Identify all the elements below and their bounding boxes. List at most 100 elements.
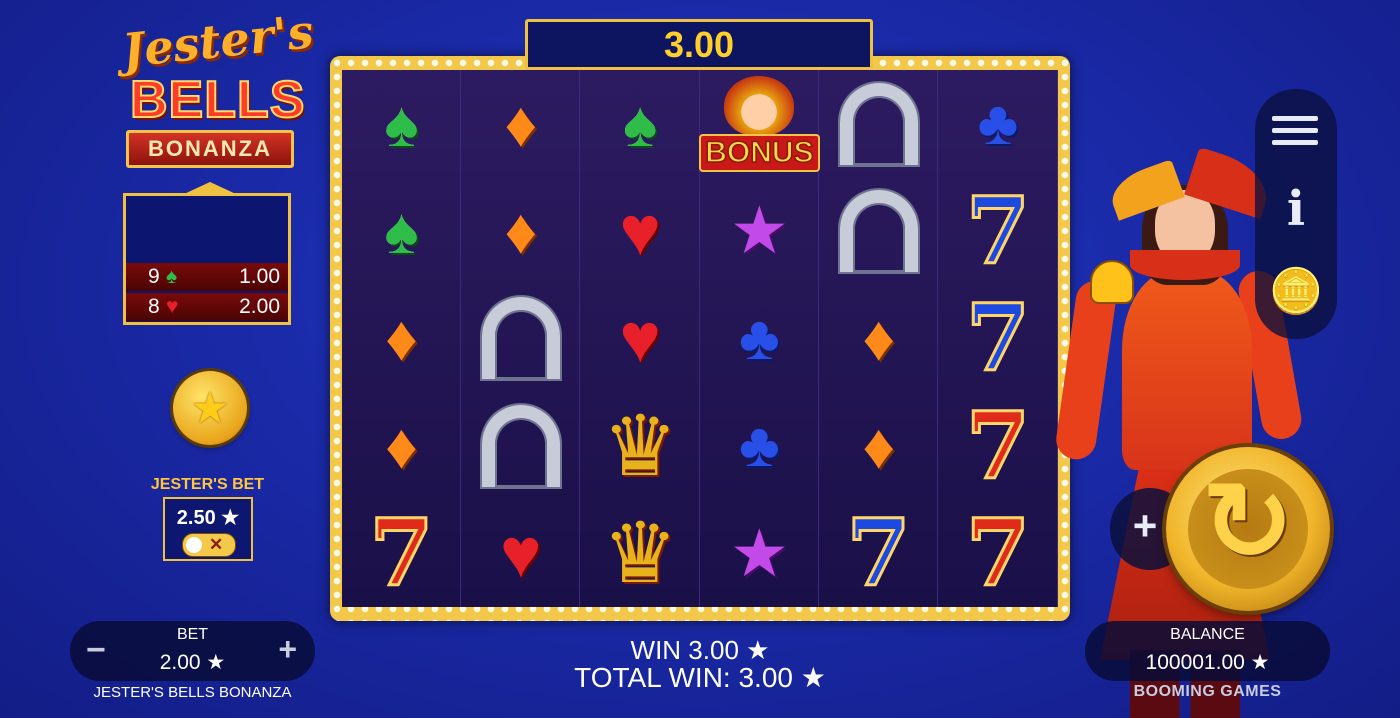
spin-arrow-icon: ↻ [1201,461,1295,584]
total-win-text: TOTAL WIN: 3.00 ★ [574,662,826,693]
diamond-symbol: ♦ [385,302,418,375]
bonus-symbol: BONUS [699,133,820,172]
reel-cell: 7 [939,177,1058,284]
reel-cell: ♣ [939,70,1058,177]
reel-cell: 7 [819,500,938,607]
reel-cell: 7 [939,285,1058,392]
balance-panel: BALANCE 100001.00 ★ [1085,621,1330,681]
reel-cell: ♣ [700,285,819,392]
diamond-symbol: ♦ [862,302,896,375]
spade-symbol: ♠ [384,194,419,267]
spade-symbol: ♠ [384,87,419,160]
reel-column: ♠ ♥ ♥ ♛ ♛ [581,70,700,607]
logo-line-1: Jester's [119,4,316,78]
reel-cell: ♛ [581,500,700,607]
studio-logo: BOOMING GAMES [1133,683,1282,700]
seven-blue-symbol: 7 [964,284,1031,393]
seven-blue-symbol: 7 [845,499,912,608]
logo-line-3: BONANZA [126,130,294,168]
hamburger-menu-icon[interactable] [1272,116,1318,152]
feature-buy-button[interactable]: ★ [173,371,247,445]
reel-cell: ♦ [819,285,938,392]
win-breakdown-panel: 9 ♠ 1.00 8 ♥ 2.00 [123,182,291,325]
reel-cell: ♦ [461,177,580,284]
star-symbol: ★ [729,193,789,268]
coins-icon[interactable]: 🪙 [1255,265,1337,317]
panel-hex-decoration [184,182,236,194]
reel-cell [819,177,938,284]
reel-column: BONUS ★ ♣ ♣ ★ [699,70,820,607]
diamond-symbol: ♦ [504,194,538,267]
game-name-label: JESTER'S BELLS BONANZA [93,684,292,701]
jesters-bet-label: JESTER'S BET [150,476,265,493]
reel-cell: BONUS [699,70,820,177]
reel-cell: ♠ [342,70,461,177]
reel-cell: ♠ [581,70,700,177]
reel-cell: ♥ [581,177,700,284]
reel-cell [819,70,938,177]
reel-cell: ♠ [342,177,461,284]
bell-icon [1090,260,1134,304]
club-symbol: ♣ [739,303,780,373]
diamond-symbol: ♦ [862,409,896,482]
spin-button[interactable]: ↻ [1166,447,1330,611]
win-row: 8 ♥ 2.00 [126,293,288,321]
reel-cell: ♥ [581,285,700,392]
jester-face-icon [724,75,795,136]
reel-cell: 7 [342,500,461,607]
jesters-bet-panel: 2.50 ★ ✕ [163,497,253,561]
horseshoe-symbol [481,404,560,487]
seven-blue-symbol: 7 [964,176,1031,285]
bet-increase-button[interactable]: + [278,631,297,668]
reel-cell: 7 [939,500,1058,607]
win-row-count: 9 [148,265,160,288]
reel-column: ♣ 7 7 7 7 [939,70,1058,607]
crown-symbol: ♛ [602,506,678,601]
star-icon: ★ [190,383,230,433]
toggle-knob [186,537,202,553]
heart-symbol: ♥ [619,191,661,270]
win-row-value: 1.00 [239,265,280,288]
club-symbol: ♣ [739,411,780,481]
spade-icon: ♠ [166,265,178,288]
win-amount-banner: 3.00 [525,19,873,70]
reel-cell: ♦ [461,70,580,177]
reel-cell: 7 [939,392,1058,499]
horseshoe-symbol [839,189,918,272]
reel-cell [461,392,580,499]
close-icon: ✕ [209,535,224,554]
club-symbol: ♣ [977,89,1019,158]
reel-cell: ♛ [581,392,700,499]
reel-cell: ★ [700,500,819,607]
diamond-symbol: ♦ [385,409,418,482]
horseshoe-symbol [839,82,918,165]
reel-cell: ♦ [342,392,461,499]
heart-symbol: ♥ [500,514,542,593]
win-row-count: 8 [148,295,160,318]
balance-label: BALANCE [1170,626,1245,643]
win-row: 9 ♠ 1.00 [126,263,288,291]
reel-column: ♦ ♦ ♥ [461,70,581,607]
balance-value: 100001.00 ★ [1145,651,1270,674]
star-symbol: ★ [729,515,789,590]
reel-cell [461,285,580,392]
reel-grid: ♠ ♠ ♦ ♦ 7 ♦ ♦ ♥ ♠ ♥ ♥ ♛ ♛ BONUS ★ ♣ ♣ ★ ♦ ♦ 7 ♣ 7 7 7 7 [342,70,1058,607]
diamond-symbol: ♦ [504,87,538,160]
side-menu: i 🪙 [1255,89,1337,339]
seven-red-symbol: 7 [368,499,435,608]
reel-column: ♦ ♦ 7 [819,70,939,607]
reel-cell: ♣ [700,392,819,499]
game-logo: Jester's BELLS BONANZA [100,4,316,168]
crown-symbol: ♛ [602,398,678,493]
jesters-bet-toggle[interactable]: ✕ [182,533,236,557]
heart-symbol: ♥ [619,299,661,378]
seven-red-symbol: 7 [964,391,1031,500]
reel-column: ♠ ♠ ♦ ♦ 7 [342,70,461,607]
info-icon[interactable]: i [1255,181,1337,237]
seven-red-symbol: 7 [964,499,1031,608]
logo-line-2: BELLS [129,70,306,130]
horseshoe-symbol [481,297,560,380]
spade-symbol: ♠ [623,87,658,160]
reel-cell: ★ [700,177,819,284]
bet-panel: − BET 2.00 ★ + [70,621,315,681]
